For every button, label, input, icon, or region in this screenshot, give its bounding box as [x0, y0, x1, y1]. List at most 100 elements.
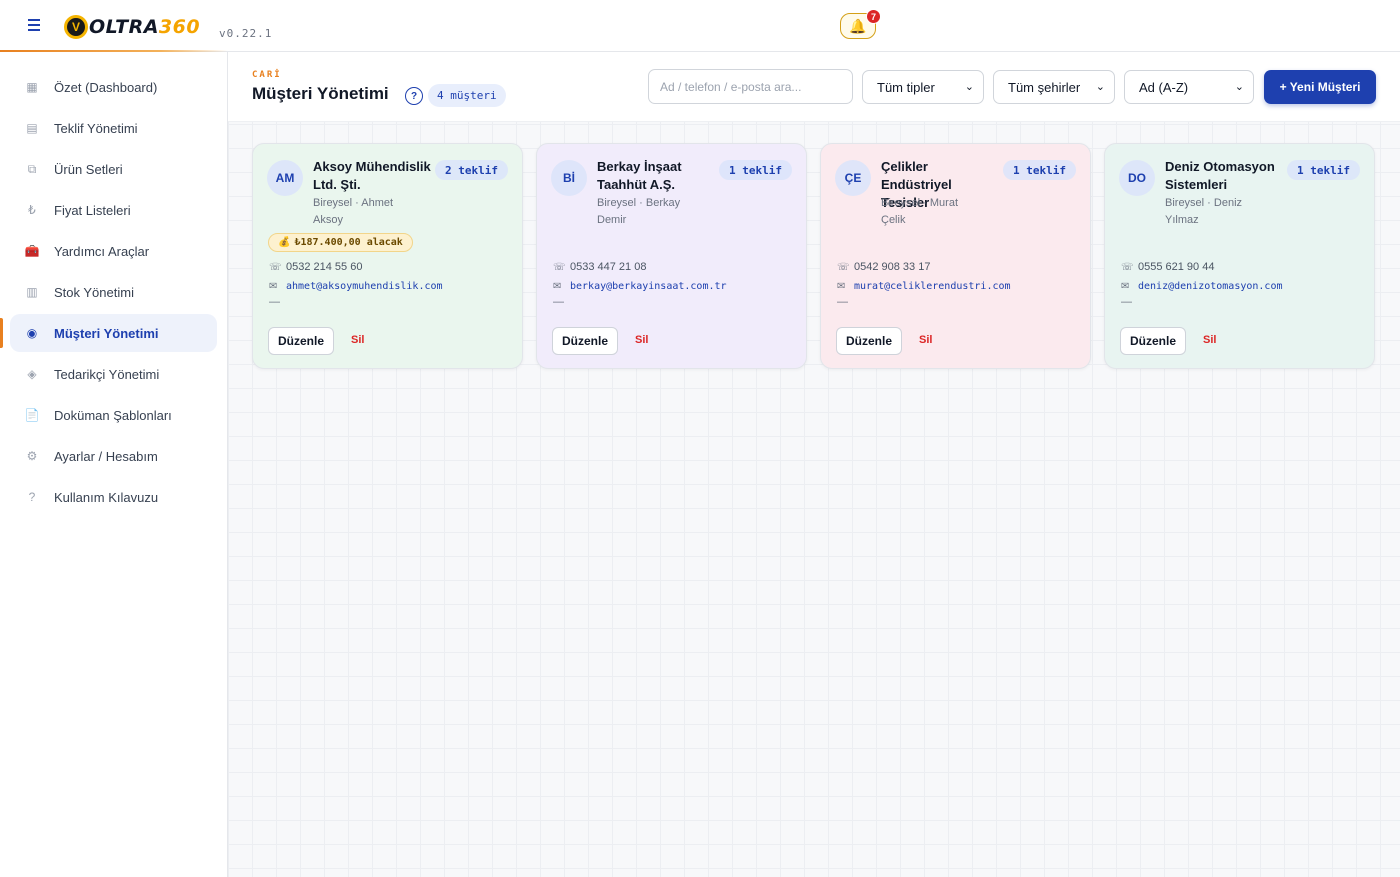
phone-number: 0532 214 55 60 — [286, 261, 363, 273]
delete-button[interactable]: Sil — [635, 334, 648, 346]
mail-icon: ✉ — [837, 281, 846, 292]
delete-button[interactable]: Sil — [351, 334, 364, 346]
toolbox-icon: 🧰 — [24, 244, 40, 258]
sidebar-item-label: Özet (Dashboard) — [54, 79, 158, 95]
offer-count-badge[interactable]: 1 teklif — [719, 160, 792, 180]
customer-icon: ◉ — [26, 326, 38, 340]
sort-value: Ad (A-Z) — [1139, 79, 1189, 95]
offer-count-badge[interactable]: 1 teklif — [1287, 160, 1360, 180]
sidebar-item-product-set[interactable]: ⧉ Ürün Setleri — [10, 150, 217, 188]
customer-subtitle: Bireysel · Deniz Yılmaz — [1165, 197, 1243, 226]
customer-subtitle: Bireysel · Ahmet Aksoy — [313, 197, 394, 226]
sidebar-item-label: Stok Yönetimi — [54, 284, 134, 300]
avatar: AM — [267, 160, 303, 196]
email-row: ✉ murat@celiklerendustri.com — [837, 281, 1011, 292]
offer-count-badge[interactable]: 1 teklif — [1003, 160, 1076, 180]
sidebar: ▦ Özet (Dashboard) ▤ Teklif Yönetimi ⧉ Ürün S… — [0, 52, 228, 877]
sidebar-item-lira[interactable]: ₺ Fiyat Listeleri — [10, 191, 217, 229]
offer-icon: ▤ — [26, 121, 38, 135]
customer-name: Berkay İnşaat Taahhüt A.Ş. — [597, 159, 682, 192]
phone-row: ☏ 0532 214 55 60 — [269, 261, 362, 273]
lira-icon: ₺ — [28, 203, 36, 217]
sidebar-item-help[interactable]: ? Kullanım Kılavuzu — [10, 478, 217, 516]
delete-button[interactable]: Sil — [919, 334, 932, 346]
receivable-badge: 💰 ₺187.400,00 alacak — [268, 233, 413, 252]
phone-icon: ☏ — [553, 261, 566, 273]
city-filter-value: Tüm şehirler — [1008, 79, 1081, 95]
sidebar-item-offer[interactable]: ▤ Teklif Yönetimi — [10, 109, 217, 147]
mail-icon: ✉ — [1121, 281, 1130, 292]
customer-subtitle: Bireysel · Berkay Demir — [597, 197, 681, 226]
chevron-down-icon: ⌄ — [1234, 81, 1244, 93]
page-title: Müşteri Yönetimi — [252, 84, 389, 103]
product-set-icon: ⧉ — [27, 161, 37, 176]
phone-number: 0542 908 33 17 — [854, 261, 931, 273]
phone-row: ☏ 0555 621 90 44 — [1121, 261, 1214, 273]
sidebar-item-label: Doküman Şablonları — [54, 407, 172, 423]
customer-note: — — [1121, 296, 1132, 308]
sidebar-item-stock[interactable]: ▥ Stok Yönetimi — [10, 273, 217, 311]
settings-icon: ⚙ — [26, 449, 38, 463]
sidebar-item-toolbox[interactable]: 🧰 Yardımcı Araçlar — [10, 232, 217, 270]
mail-icon: ✉ — [553, 281, 562, 292]
sidebar-item-label: Müşteri Yönetimi — [54, 325, 159, 341]
search-input[interactable] — [648, 69, 853, 104]
sidebar-item-label: Kullanım Kılavuzu — [54, 489, 159, 505]
app-logo[interactable]: V OLTRA360 — [64, 14, 200, 40]
sidebar-item-label: Teklif Yönetimi — [54, 120, 138, 136]
phone-row: ☏ 0533 447 21 08 — [553, 261, 646, 273]
delete-button[interactable]: Sil — [1203, 334, 1216, 346]
logo-text: OLTRA360 — [89, 16, 201, 38]
email-row: ✉ berkay@berkayinsaat.com.tr — [553, 281, 727, 292]
customer-card[interactable]: Bİ Berkay İnşaat Taahhüt A.Ş. Bireysel · B… — [536, 143, 807, 369]
app-version: v0.22.1 — [219, 27, 273, 40]
money-bag-icon: 💰 — [278, 237, 291, 248]
edit-button[interactable]: Düzenle — [1120, 327, 1186, 355]
avatar: DO — [1119, 160, 1155, 196]
notification-count-badge: 7 — [866, 9, 881, 24]
supplier-icon: ◈ — [27, 367, 37, 381]
help-icon[interactable]: ? — [405, 87, 423, 105]
email-link[interactable]: ahmet@aksoymuhendislik.com — [286, 281, 443, 292]
sidebar-item-label: Ayarlar / Hesabım — [54, 448, 158, 464]
sort-select[interactable]: Ad (A-Z) ⌄ — [1124, 70, 1254, 104]
page-eyebrow: CARİ — [252, 70, 282, 80]
type-filter-value: Tüm tipler — [877, 79, 935, 95]
sidebar-item-dashboard[interactable]: ▦ Özet (Dashboard) — [10, 68, 217, 106]
customer-count-badge: 4 müşteri — [428, 84, 506, 107]
edit-button[interactable]: Düzenle — [268, 327, 334, 355]
customer-card[interactable]: AM Aksoy Mühendislik Ltd. Şti. Bireysel · … — [252, 143, 523, 369]
email-link[interactable]: deniz@denizotomasyon.com — [1138, 281, 1283, 292]
page-header: CARİ Müşteri Yönetimi ? 4 müşteri Tüm ti… — [228, 52, 1400, 122]
customer-subtitle: Bireysel · Murat Çelik — [881, 197, 959, 226]
avatar: Bİ — [551, 160, 587, 196]
sidebar-item-label: Fiyat Listeleri — [54, 202, 131, 218]
phone-number: 0533 447 21 08 — [570, 261, 647, 273]
customer-note: — — [553, 296, 564, 308]
edit-button[interactable]: Düzenle — [836, 327, 902, 355]
phone-icon: ☏ — [269, 261, 282, 273]
edit-button[interactable]: Düzenle — [552, 327, 618, 355]
sidebar-item-supplier[interactable]: ◈ Tedarikçi Yönetimi — [10, 355, 217, 393]
chevron-down-icon: ⌄ — [1095, 81, 1105, 93]
sidebar-item-settings[interactable]: ⚙ Ayarlar / Hesabım — [10, 437, 217, 475]
logo-mark-icon: V — [64, 15, 88, 39]
stock-icon: ▥ — [26, 285, 38, 299]
city-filter-select[interactable]: Tüm şehirler ⌄ — [993, 70, 1115, 104]
sidebar-item-document[interactable]: 📄 Doküman Şablonları — [10, 396, 217, 434]
email-row: ✉ deniz@denizotomasyon.com — [1121, 281, 1283, 292]
email-link[interactable]: berkay@berkayinsaat.com.tr — [570, 281, 727, 292]
type-filter-select[interactable]: Tüm tipler ⌄ — [862, 70, 984, 104]
customer-card[interactable]: DO Deniz Otomasyon Sistemleri Bireysel · D… — [1104, 143, 1375, 369]
customer-card[interactable]: ÇE Çelikler Endüstriyel Tesisler Bireysel … — [820, 143, 1091, 369]
document-icon: 📄 — [24, 408, 40, 422]
help-icon: ? — [28, 490, 36, 504]
email-link[interactable]: murat@celiklerendustri.com — [854, 281, 1011, 292]
menu-icon[interactable] — [24, 14, 46, 36]
new-customer-button[interactable]: + Yeni Müşteri — [1264, 70, 1376, 104]
sidebar-item-customer[interactable]: ◉ Müşteri Yönetimi — [0, 314, 217, 352]
offer-count-badge[interactable]: 2 teklif — [435, 160, 508, 180]
phone-number: 0555 621 90 44 — [1138, 261, 1215, 273]
phone-row: ☏ 0542 908 33 17 — [837, 261, 930, 273]
chevron-down-icon: ⌄ — [964, 81, 974, 93]
